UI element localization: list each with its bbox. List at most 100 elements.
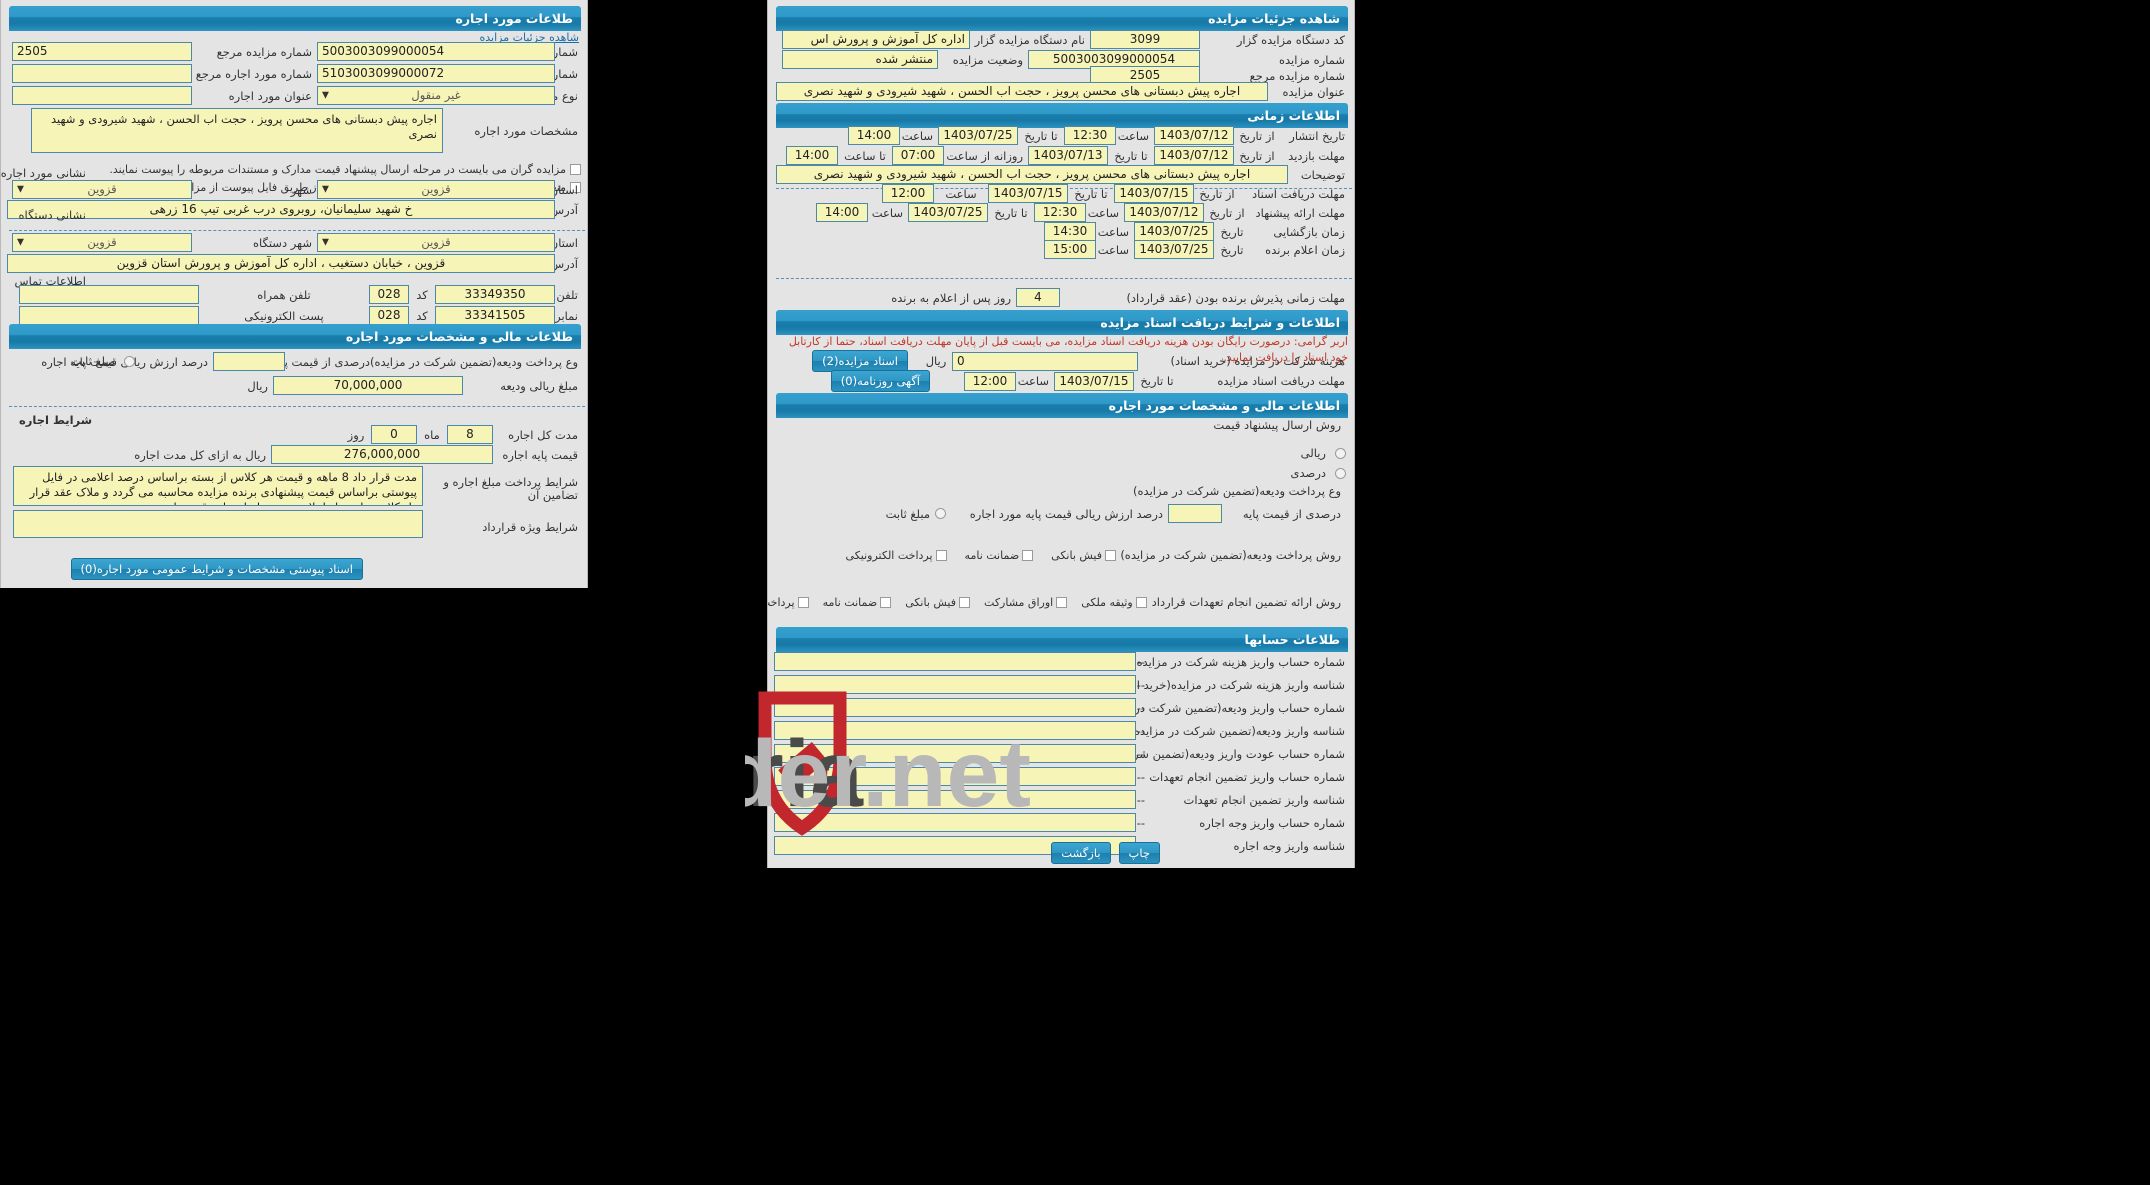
account-row-input[interactable] (774, 652, 1136, 671)
special-conditions-value[interactable] (13, 510, 423, 538)
deposit-option-checkbox-0[interactable] (935, 549, 947, 561)
contract-guarantee-option-4[interactable]: وثیقه ملکی (1081, 596, 1147, 609)
lease-subject-number-value[interactable]: 5103003099000072 (317, 64, 555, 83)
account-row-input[interactable] (774, 675, 1136, 694)
back-button[interactable]: بازگشت (1051, 842, 1111, 864)
contract-guarantee-checkbox-2[interactable] (959, 596, 971, 608)
right-percent-of-base-label: درصدی از قیمت پایه (1242, 506, 1341, 521)
auction-title-value[interactable]: اجاره پیش دبستانی های محسن پرویز ، حجت ا… (776, 82, 1268, 101)
auction-documents-button[interactable]: اسناد مزایده(2) (812, 350, 908, 372)
account-row-input[interactable] (774, 744, 1136, 763)
visit-to-date-value[interactable]: 1403/07/13 (1028, 146, 1108, 165)
contract-guarantee-option-1[interactable]: ضمانت نامه (823, 596, 892, 609)
contract-guarantee-checkbox-3[interactable] (1056, 596, 1068, 608)
base-price-value[interactable]: 276,000,000 (271, 445, 493, 464)
ref-lease-number-value[interactable] (12, 64, 192, 83)
account-row-input[interactable] (774, 813, 1136, 832)
publish-from-date-value[interactable]: 1403/07/12 (1154, 126, 1234, 145)
publish-to-time-value[interactable]: 14:00 (848, 126, 900, 145)
contract-guarantee-checkbox-4[interactable] (1135, 596, 1147, 608)
account-row-input[interactable] (774, 790, 1136, 809)
lease-title-value[interactable] (12, 86, 192, 105)
publish-from-time-value[interactable]: 12:30 (1064, 126, 1116, 145)
accounts-section-header-text: طلاعات حسابها (1244, 632, 1340, 647)
email-label: پست الکترونیکی (244, 308, 324, 323)
contract-guarantee-option-2[interactable]: فیش بانکی (905, 596, 971, 609)
visit-from-time-value[interactable]: 07:00 (892, 146, 944, 165)
contract-guarantee-checkbox-1[interactable] (880, 596, 892, 608)
docs-from-date-value[interactable]: 1403/07/15 (1114, 184, 1194, 203)
docs-deadline-label-2: مهلت دریافت اسناد مزایده (1217, 374, 1345, 388)
bid-from-time-value[interactable]: 12:30 (1034, 203, 1086, 222)
opening-time-value[interactable]: 14:30 (1044, 222, 1096, 241)
deposit-option-checkbox-1[interactable] (1022, 549, 1034, 561)
visit-from-date-value[interactable]: 1403/07/12 (1154, 146, 1234, 165)
lease-specs-value[interactable]: اجاره پیش دبستانی های محسن پرویز ، حجت ا… (31, 108, 443, 153)
ref-auction-number-value[interactable]: 2505 (12, 42, 192, 61)
fixed-amount-radio[interactable] (124, 355, 135, 367)
deposit-option-0[interactable]: پرداخت الکترونیکی (846, 549, 947, 562)
tel-value[interactable]: 33349350 (435, 285, 555, 304)
docs-deadline-time-value[interactable]: 12:00 (964, 371, 1016, 391)
docs-deadline-date-value[interactable]: 1403/07/15 (1054, 371, 1134, 391)
contract-guarantee-option-0[interactable]: پرداخت الکترونیکی (768, 595, 809, 609)
email-value[interactable] (19, 306, 199, 325)
winner-date-value[interactable]: 1403/07/25 (1134, 240, 1214, 259)
contract-guarantee-option-3[interactable]: اوراق مشارکت (984, 596, 1068, 609)
rial-radio[interactable] (1335, 447, 1346, 459)
account-row-input[interactable] (774, 767, 1136, 786)
visit-to-time-value[interactable]: 14:00 (786, 146, 838, 165)
publish-to-date-value[interactable]: 1403/07/25 (938, 126, 1018, 145)
newspaper-notice-button[interactable]: آگهی روزنامه(0) (830, 370, 930, 392)
print-button[interactable]: چاپ (1118, 842, 1160, 864)
duration-month-value[interactable]: 8 (447, 425, 493, 444)
device-code-label: کد دستگاه مزایده گزار (1236, 32, 1345, 47)
bid-to-date-value[interactable]: 1403/07/25 (908, 203, 988, 222)
org-address-value[interactable]: قزوین ، خیابان دستغیب ، اداره کل آموزش و… (7, 254, 555, 273)
bid-to-time-value[interactable]: 14:00 (816, 203, 868, 222)
lease-city-select[interactable]: ▼ قزوین (12, 180, 192, 199)
account-row-label: شماره حساب واریز ودیعه(تضمین شرکت در مزا… (1095, 700, 1345, 715)
auction-number-value[interactable]: 5003003099000054 (317, 42, 555, 61)
time-desc-value[interactable]: اجاره پیش دبستانی های محسن پرویز ، حجت ا… (776, 165, 1288, 184)
contract-guarantee-checkbox-0[interactable] (797, 596, 809, 608)
right-financial-section-header-text: اطلاعات مالی و مشخصات مورد اجاره (1108, 398, 1340, 413)
attachment-documents-button[interactable]: اسناد پیوستی مشخصات و شرایط عمومی مورد ا… (70, 558, 363, 580)
percent-value-input[interactable] (213, 352, 285, 371)
tel-code-value[interactable]: 028 (369, 285, 409, 304)
deposit-option-2[interactable]: فیش بانکی (1051, 549, 1116, 562)
deposit-option-checkbox-2[interactable] (1105, 549, 1116, 561)
account-row-input[interactable] (774, 698, 1136, 717)
duration-label: مدت کل اجاره (508, 427, 578, 442)
docs-to-date-value[interactable]: 1403/07/15 (988, 184, 1068, 203)
right-percent-input[interactable] (1168, 504, 1222, 523)
percent-radio[interactable] (1335, 467, 1346, 479)
deposit-amount-value[interactable]: 70,000,000 (273, 376, 463, 395)
lease-province-select[interactable]: ▼ قزوین (317, 180, 555, 199)
account-row-marker: -- (1136, 746, 1145, 761)
acceptance-value[interactable]: 4 (1016, 288, 1060, 307)
device-code-value[interactable]: 3099 (1090, 30, 1200, 49)
account-row-input[interactable] (774, 721, 1136, 740)
right-fixed-amount-radio[interactable] (935, 508, 946, 519)
tel-label: تلفن ثابت (532, 287, 578, 302)
duration-day-value[interactable]: 0 (371, 425, 417, 444)
fax-value[interactable]: 33341505 (435, 306, 555, 325)
org-province-select[interactable]: ▼ قزوین (317, 233, 555, 252)
note-checkbox-1[interactable] (570, 164, 581, 175)
contract-guarantee-label-0: پرداخت الکترونیکی (768, 595, 795, 609)
winner-time-value[interactable]: 15:00 (1044, 240, 1096, 259)
org-city-select[interactable]: ▼ قزوین (12, 233, 192, 252)
right-panel-header-text: شاهده جزئیات مزایده (1208, 11, 1340, 26)
fax-code-value[interactable]: 028 (369, 306, 409, 325)
docs-to-time-value[interactable]: 12:00 (882, 184, 934, 203)
deposit-option-1[interactable]: ضمانت نامه (965, 549, 1034, 562)
bid-from-date-value[interactable]: 1403/07/12 (1124, 203, 1204, 222)
opening-date-value[interactable]: 1403/07/25 (1134, 222, 1214, 241)
opening-time-label: ساعت (1097, 224, 1129, 239)
conditions-value[interactable]: مدت قرار داد 8 ماهه و قیمت هر کلاس از بس… (13, 466, 423, 506)
lease-type-select[interactable]: ▼ غیر منقول (317, 86, 555, 105)
mobile-value[interactable] (19, 285, 199, 304)
docs-fee-value[interactable]: 0 (952, 351, 1138, 371)
org-name-value[interactable]: اداره کل آموزش و پرورش اس (782, 30, 970, 49)
